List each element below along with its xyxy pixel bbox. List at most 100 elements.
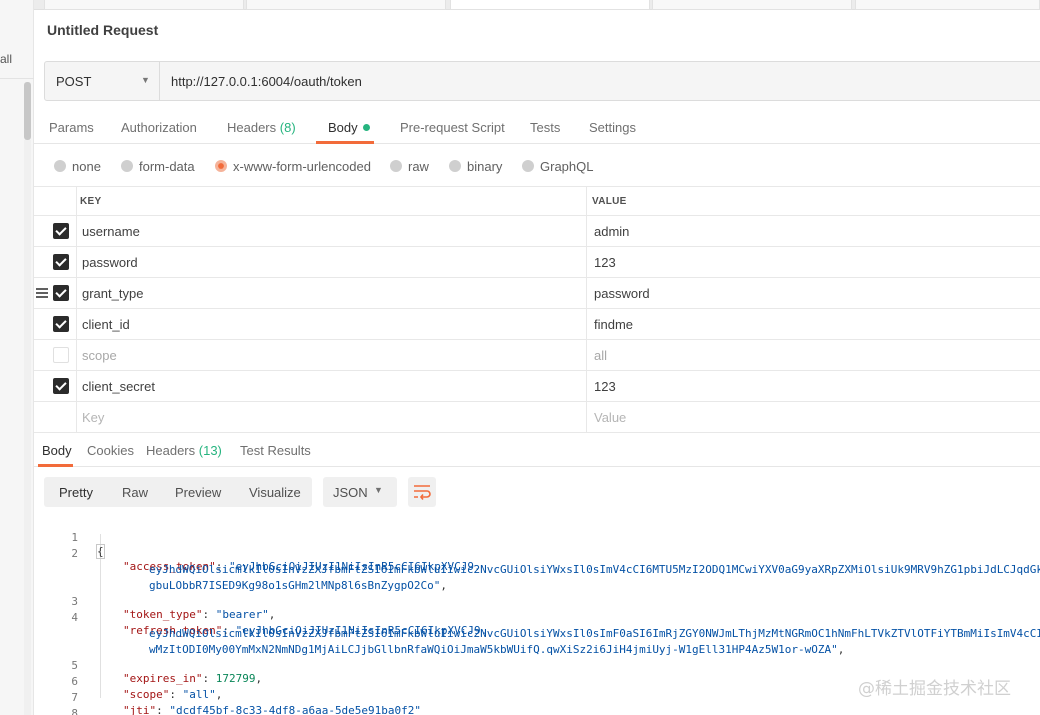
row-value[interactable]: password	[594, 286, 650, 301]
format-label: JSON	[333, 485, 368, 500]
watermark: @稀土掘金技术社区	[858, 679, 1011, 699]
preview-button[interactable]: Preview	[175, 485, 221, 500]
response-tab-headers[interactable]: Headers (13)	[146, 443, 222, 458]
json-value-cont: eyJhdWQiOlsicmlkIl0sInVzZXJfbmFtZSI6ImFk…	[149, 627, 1040, 640]
sidebar-all-label[interactable]: all	[0, 52, 12, 66]
tab-label: Cookies	[87, 443, 134, 458]
row-value[interactable]: 123	[594, 379, 616, 394]
tab-label: Pre-request Script	[400, 120, 505, 135]
code-line: wMzItODI0My00YmMxN2NmNDg1MjAiLCJjbGllbnR…	[149, 643, 845, 656]
key-column-header: KEY	[80, 196, 102, 207]
radio-x-www-form-urlencoded[interactable]: x-www-form-urlencoded	[215, 159, 371, 174]
tab-tests[interactable]: Tests	[530, 120, 560, 135]
headers-count: (8)	[279, 120, 296, 135]
row-key[interactable]: grant_type	[82, 286, 143, 301]
new-value-input[interactable]: Value	[594, 410, 626, 425]
row-value[interactable]: admin	[594, 224, 629, 239]
radio-circle	[522, 160, 534, 172]
row-checkbox[interactable]	[53, 254, 69, 270]
row-checkbox[interactable]	[53, 223, 69, 239]
radio-graphql[interactable]: GraphQL	[522, 159, 593, 174]
json-key: "jti"	[123, 704, 157, 715]
response-tab-cookies[interactable]: Cookies	[87, 443, 134, 458]
radio-label: binary	[467, 159, 503, 174]
method-label: POST	[56, 74, 92, 89]
json-key: "expires_in"	[123, 672, 203, 685]
radio-none[interactable]: none	[54, 159, 101, 174]
row-checkbox[interactable]	[53, 316, 69, 332]
response-tab-body[interactable]: Body	[42, 443, 72, 458]
format-select[interactable]: JSON ▼	[323, 477, 397, 507]
column-divider	[586, 371, 587, 401]
row-key[interactable]: username	[82, 224, 140, 239]
row-checkbox[interactable]	[53, 378, 69, 394]
wrap-lines-button[interactable]	[408, 477, 436, 507]
wrap-lines-icon	[414, 485, 431, 500]
json-value-cont: wMzItODI0My00YmMxN2NmNDg1MjAiLCJjbGllbnR…	[149, 643, 838, 656]
response-tabs: Body Cookies Headers (13) Test Results	[34, 435, 1040, 467]
row-key[interactable]: client_id	[82, 317, 130, 332]
json-value: "bearer"	[215, 608, 269, 621]
row-value[interactable]: all	[594, 348, 607, 363]
radio-form-data[interactable]: form-data	[121, 159, 195, 174]
row-key[interactable]: scope	[82, 348, 117, 363]
request-tab[interactable]	[44, 0, 244, 10]
radio-raw[interactable]: raw	[390, 159, 429, 174]
request-tab[interactable]	[246, 0, 446, 10]
tab-body[interactable]: Body	[328, 120, 370, 135]
request-tab-active[interactable]	[450, 0, 650, 10]
request-tab[interactable]	[855, 0, 1040, 10]
json-key: "token_type"	[123, 608, 203, 621]
request-tab[interactable]	[652, 0, 852, 10]
json-value-cont: eyJhdWQiOlsicmlkIl0sInVzZXJfbmFtZSI6ImFk…	[149, 563, 1040, 576]
tab-settings[interactable]: Settings	[589, 120, 636, 135]
tab-pre-request-script[interactable]: Pre-request Script	[400, 120, 505, 135]
pretty-button[interactable]: Pretty	[59, 485, 93, 500]
row-value[interactable]: findme	[594, 317, 633, 332]
radio-label: form-data	[139, 159, 195, 174]
row-key[interactable]: client_secret	[82, 379, 155, 394]
row-checkbox[interactable]	[53, 285, 69, 301]
response-tab-test-results[interactable]: Test Results	[240, 443, 311, 458]
row-checkbox[interactable]	[53, 347, 69, 363]
sidebar-divider	[0, 78, 34, 79]
column-divider	[586, 309, 587, 339]
chevron-down-icon: ▼	[141, 75, 150, 85]
radio-binary[interactable]: binary	[449, 159, 502, 174]
drag-handle-icon[interactable]	[36, 288, 48, 298]
tab-params[interactable]: Params	[49, 120, 94, 135]
tab-label: Authorization	[121, 120, 197, 135]
column-divider	[76, 402, 77, 432]
open-brace: {	[96, 544, 105, 559]
visualize-button[interactable]: Visualize	[249, 485, 301, 500]
line-number: 8	[71, 707, 78, 715]
table-row: username admin	[34, 216, 1040, 247]
column-divider	[76, 371, 77, 401]
radio-circle	[449, 160, 461, 172]
code-line: 5 "expires_in": 172799,	[34, 646, 262, 685]
url-input[interactable]: http://127.0.0.1:6004/oauth/token	[171, 74, 362, 89]
code-line: 8 }	[34, 694, 78, 715]
active-tab-indicator	[316, 141, 374, 144]
table-row: password 123	[34, 247, 1040, 278]
column-divider	[76, 247, 77, 277]
tab-headers[interactable]: Headers (8)	[227, 120, 296, 135]
radio-label: none	[72, 159, 101, 174]
headers-count: (13)	[198, 443, 222, 458]
new-key-input[interactable]: Key	[82, 410, 104, 425]
row-value[interactable]: 123	[594, 255, 616, 270]
method-select[interactable]: POST ▼	[45, 62, 160, 100]
request-title[interactable]: Untitled Request	[47, 22, 158, 38]
json-value: "dcdf45bf-8c33-4df8-a6aa-5de5e91ba0f2"	[169, 704, 422, 715]
column-divider	[76, 216, 77, 246]
row-key[interactable]: password	[82, 255, 138, 270]
radio-label: raw	[408, 159, 429, 174]
column-divider	[76, 187, 77, 215]
column-divider	[586, 216, 587, 246]
sidebar-scrollbar[interactable]	[24, 82, 31, 140]
tab-authorization[interactable]: Authorization	[121, 120, 197, 135]
radio-label: GraphQL	[540, 159, 594, 174]
table-header-row: KEY VALUE	[34, 186, 1040, 216]
code-line: eyJhdWQiOlsicmlkIl0sInVzZXJfbmFtZSI6ImFk…	[34, 550, 1040, 576]
raw-button[interactable]: Raw	[122, 485, 148, 500]
